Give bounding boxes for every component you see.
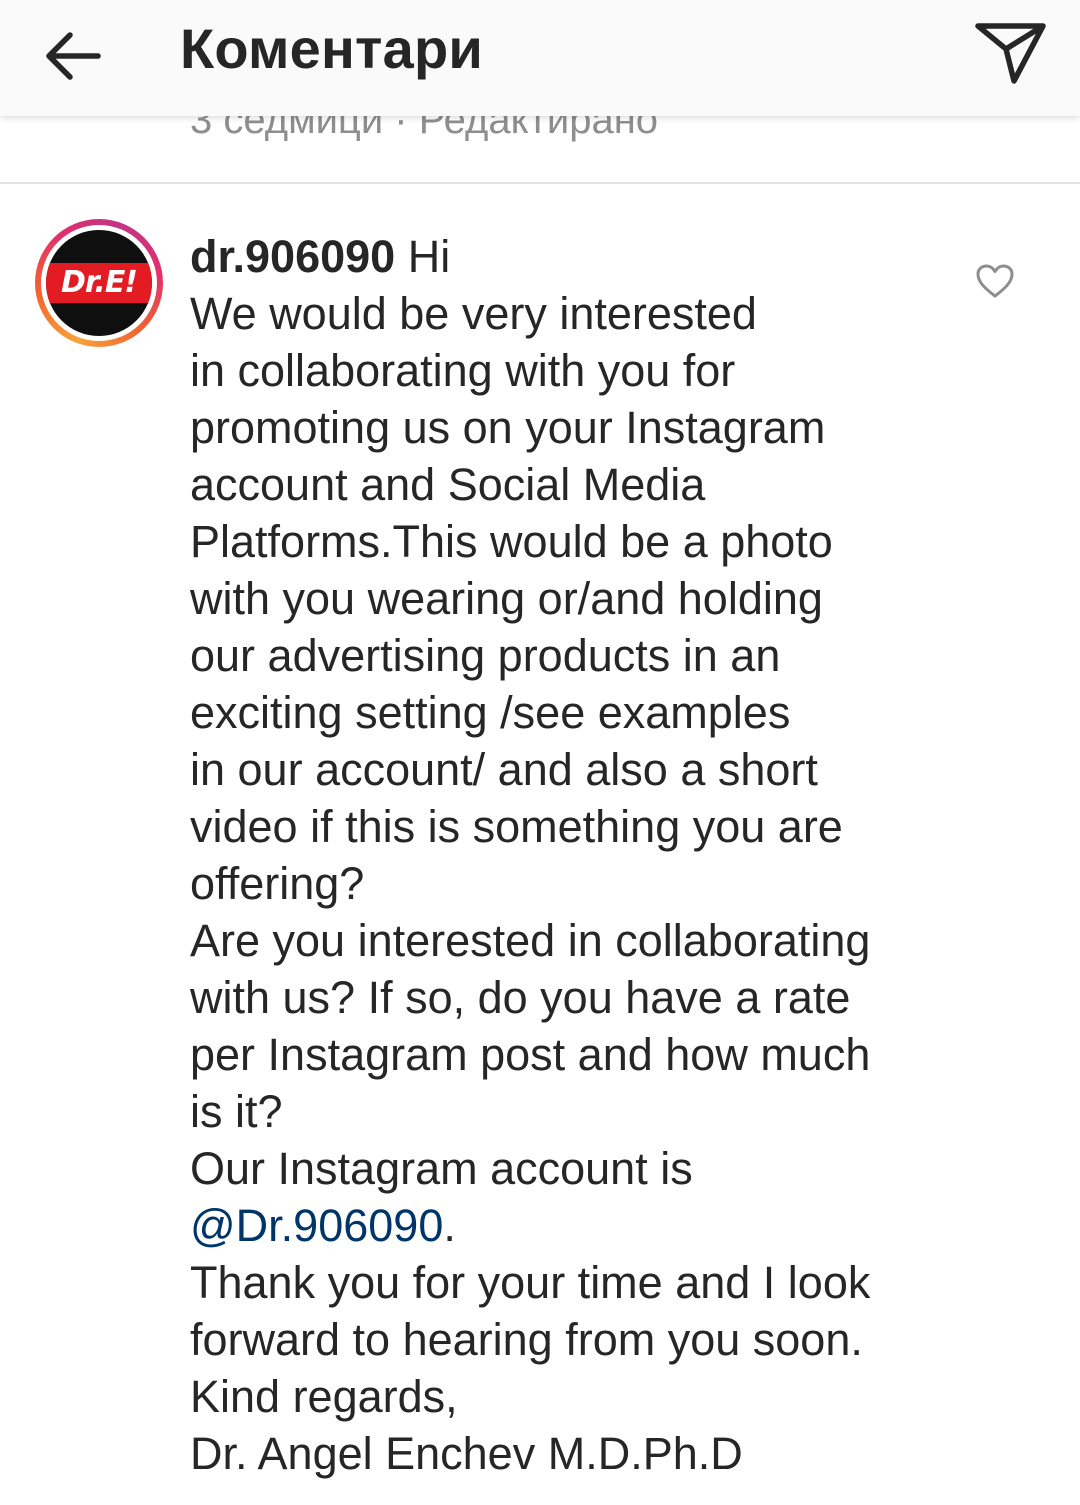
comments-screen: Коментари 3 седмици · Редактирано Dr.E! … <box>0 0 1080 1505</box>
comment-text: dr.906090 Hi We would be very interested… <box>190 228 950 1482</box>
avatar-ring-gap: Dr.E! <box>41 225 157 341</box>
avatar[interactable]: Dr.E! <box>35 219 163 347</box>
arrow-left-icon <box>46 32 101 80</box>
mention-link[interactable]: @Dr.906090 <box>190 1200 443 1251</box>
avatar-image: Dr.E! <box>46 230 152 336</box>
like-button[interactable] <box>966 254 1024 308</box>
divider <box>0 182 1080 184</box>
avatar-logo-text: Dr.E! <box>61 265 138 300</box>
heart-outline-icon <box>976 264 1014 298</box>
page-title: Коментари <box>180 17 484 80</box>
comment-username[interactable]: dr.906090 <box>190 231 395 282</box>
top-bar: Коментари <box>0 0 1080 116</box>
comment-message: Hi We would be very interested in collab… <box>190 231 871 1194</box>
share-button[interactable] <box>962 4 1058 96</box>
back-button[interactable] <box>30 14 114 98</box>
paper-plane-icon <box>975 23 1046 84</box>
